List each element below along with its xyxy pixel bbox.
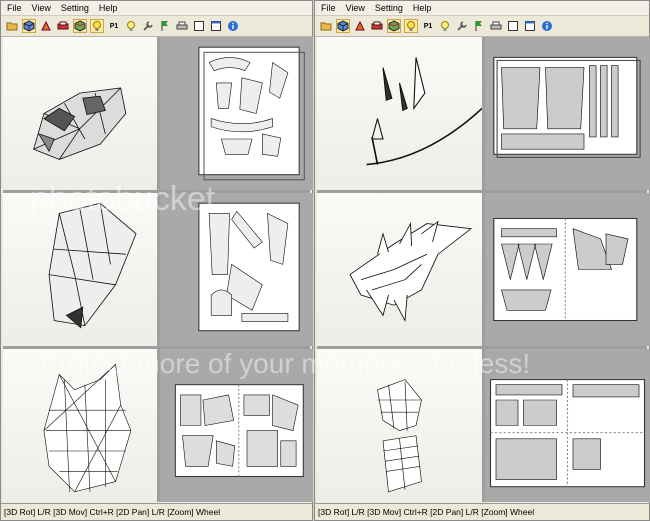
2d-view-page-1[interactable] [159, 37, 313, 190]
bulb2-icon[interactable] [438, 19, 452, 33]
menu-file[interactable]: File [7, 1, 22, 15]
flag-icon[interactable] [158, 19, 172, 33]
menu-bar: File View Setting Help [315, 1, 649, 16]
bulb-icon[interactable] [90, 19, 104, 33]
open-icon[interactable] [319, 19, 333, 33]
window-icon[interactable] [506, 19, 520, 33]
cube-icon[interactable] [336, 19, 350, 33]
toolbar: P1 [1, 16, 312, 37]
page-label: P1 [109, 22, 119, 30]
menu-setting[interactable]: Setting [61, 1, 89, 15]
cube-view-icon[interactable] [73, 19, 87, 33]
cube-icon[interactable] [22, 19, 36, 33]
3d-view-spikes[interactable] [317, 37, 482, 190]
pepakura-window-left: File View Setting Help P1 [3D Rot] L/R [… [0, 0, 313, 521]
2d-view-page-3[interactable] [159, 349, 313, 502]
3d-view-spiked-wing[interactable] [317, 193, 482, 346]
view-grid [317, 37, 650, 502]
printer-icon[interactable] [489, 19, 503, 33]
2d-view-page-4[interactable] [485, 37, 650, 190]
info-icon[interactable] [226, 19, 240, 33]
status-bar: [3D Rot] L/R [3D Mov] Ctrl+R [2D Pan] L/… [1, 503, 312, 520]
3d-view-helmet-top[interactable] [3, 37, 157, 190]
page-icon[interactable]: P1 [421, 19, 435, 33]
menu-file[interactable]: File [321, 1, 336, 15]
menu-bar: File View Setting Help [1, 1, 312, 16]
wrench-icon[interactable] [455, 19, 469, 33]
page-icon[interactable]: P1 [107, 19, 121, 33]
unfold-icon[interactable] [39, 19, 53, 33]
2d-view-page-6[interactable] [485, 349, 650, 502]
info-icon[interactable] [540, 19, 554, 33]
menu-view[interactable]: View [32, 1, 51, 15]
flag-icon[interactable] [472, 19, 486, 33]
window-icon[interactable] [192, 19, 206, 33]
menu-setting[interactable]: Setting [375, 1, 403, 15]
menu-help[interactable]: Help [99, 1, 118, 15]
open-icon[interactable] [5, 19, 19, 33]
toolbar: P1 [315, 16, 649, 37]
2d-view-page-2[interactable] [159, 193, 313, 346]
3d-view-helmet-mesh[interactable] [3, 349, 157, 502]
2d-view-page-5[interactable] [485, 193, 650, 346]
3d-view-arm[interactable] [317, 349, 482, 502]
unfold-icon[interactable] [353, 19, 367, 33]
window2-icon[interactable] [209, 19, 223, 33]
window2-icon[interactable] [523, 19, 537, 33]
bulb-icon[interactable] [404, 19, 418, 33]
3d-view-helmet-side[interactable] [3, 193, 157, 346]
cube-view-icon[interactable] [387, 19, 401, 33]
view-grid [3, 37, 313, 502]
wrench-icon[interactable] [141, 19, 155, 33]
print-preview-icon[interactable] [56, 19, 70, 33]
menu-view[interactable]: View [346, 1, 365, 15]
pepakura-window-right: File View Setting Help P1 [3D Rot] L/R [… [314, 0, 650, 521]
bulb2-icon[interactable] [124, 19, 138, 33]
page-label: P1 [423, 22, 433, 30]
menu-help[interactable]: Help [413, 1, 432, 15]
printer-icon[interactable] [175, 19, 189, 33]
print-preview-icon[interactable] [370, 19, 384, 33]
status-bar: [3D Rot] L/R [3D Mov] Ctrl+R [2D Pan] L/… [315, 503, 649, 520]
